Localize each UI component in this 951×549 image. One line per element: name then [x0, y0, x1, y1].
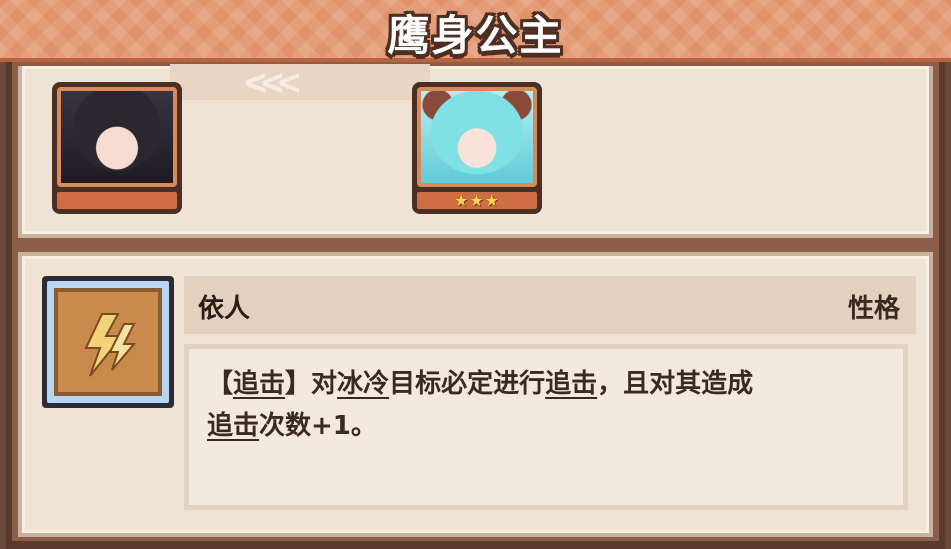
keyword-pursuit[interactable]: 追击: [207, 411, 259, 441]
star-bar: ★★★: [417, 192, 537, 209]
trait-type: 性格: [847, 294, 900, 324]
portrait-after[interactable]: ★★★: [412, 82, 542, 214]
keyword-pursuit[interactable]: 追击: [545, 369, 597, 399]
desc-text: 目标必定进行: [389, 369, 546, 399]
desc-text: ，且对其造成: [597, 369, 754, 399]
frame-bottom: [6, 541, 945, 549]
keyword-frozen[interactable]: 冰冷: [337, 369, 389, 399]
lightning-claw-icon: [84, 313, 137, 377]
title-banner: 鹰身公主: [0, 0, 951, 62]
trait-description: 【追击】对冰冷目标必定进行追击，且对其造成 追击次数+1。: [184, 344, 908, 510]
character-portrait-icon: [61, 91, 173, 183]
page-title: 鹰身公主: [387, 11, 564, 60]
evolution-track: [170, 64, 430, 100]
star-rating: ★★★: [453, 191, 501, 210]
desc-text: 】对: [285, 369, 338, 399]
trait-icon-frame[interactable]: [42, 276, 174, 408]
desc-text: 【: [207, 369, 234, 399]
evolution-arrow-icon: <<<: [244, 60, 301, 104]
portrait-bar: [57, 192, 177, 209]
portrait-before[interactable]: [52, 82, 182, 214]
desc-text: 次数+1。: [259, 411, 377, 441]
trait-name: 依人: [198, 294, 251, 324]
keyword-pursuit[interactable]: 追击: [233, 369, 285, 399]
character-portrait-icon: [421, 91, 533, 183]
trait-header: 依人 性格: [184, 276, 916, 334]
